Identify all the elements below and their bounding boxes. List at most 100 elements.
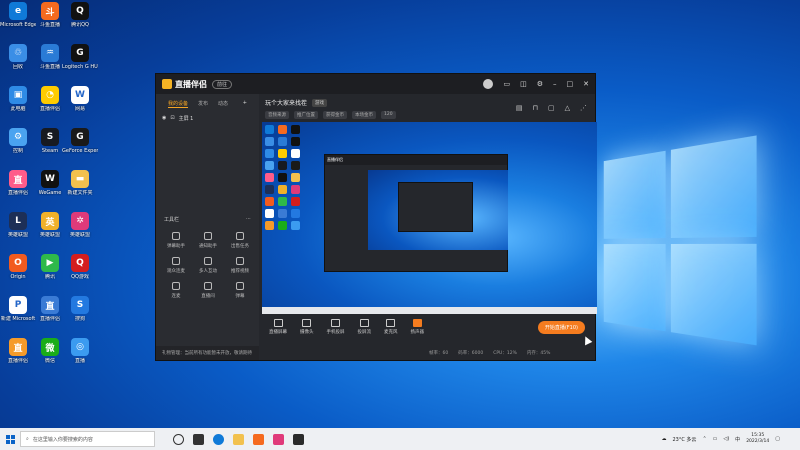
desktop-icon[interactable]: P 新建 Microsoft <box>0 296 36 322</box>
tool-label: 多人互动 <box>199 269 217 274</box>
desktop-icon[interactable]: ▬ 新建文件夹 <box>62 170 98 196</box>
control-button[interactable]: 扬声器 <box>411 319 424 335</box>
control-button[interactable]: 手机投屏 <box>327 319 345 335</box>
tool-item[interactable]: 推荐视频 <box>224 257 256 274</box>
folder-icon[interactable] <box>233 433 244 445</box>
room-pill[interactable]: 音频来源 <box>265 111 289 119</box>
desktop-icon[interactable]: Q 腾讯QQ <box>62 2 98 28</box>
copy-icon[interactable]: ▢ <box>548 104 555 112</box>
desktop-icon-label: 直播伴侣 <box>7 190 28 196</box>
network-icon[interactable]: ▭ <box>713 436 718 442</box>
room-title[interactable]: 玩个大家来找茬 <box>265 98 307 107</box>
control-button[interactable]: 摄像头 <box>300 319 314 335</box>
desktop-icon[interactable]: 直直播伴侣 <box>0 338 36 364</box>
tool-item[interactable]: 通知助手 <box>192 232 224 249</box>
desktop-icon-label: Logitech G HUB <box>62 64 98 70</box>
tab-feed[interactable]: 动态 <box>218 100 228 108</box>
tool-icon <box>204 282 212 290</box>
windows-icon <box>5 434 15 444</box>
minimize-icon[interactable]: – <box>553 80 557 88</box>
add-icon[interactable]: + <box>243 100 247 108</box>
lock-icon[interactable]: ⊡ <box>170 115 174 122</box>
preview-icon <box>278 173 287 182</box>
desktop-icon-label: 新建文件夹 <box>67 190 93 196</box>
desktop-icon[interactable]: ✲ 英雄联盟 <box>62 212 98 238</box>
clock[interactable]: 15:35 2022/3/14 <box>746 433 769 445</box>
avatar[interactable] <box>483 79 494 89</box>
tool-item[interactable]: 多人互动 <box>192 257 224 274</box>
tool-label: 弹幕 <box>235 294 245 299</box>
taskbar-apps <box>173 433 304 445</box>
ime-indicator[interactable]: 中 <box>735 436 740 443</box>
task-view-icon[interactable] <box>173 433 184 445</box>
app-icon: S <box>41 128 59 146</box>
search-box[interactable]: ⌕ 在这里输入你要搜索的内容 <box>20 431 155 447</box>
desktop-icon[interactable]: 直直播伴侣 <box>0 170 36 196</box>
volume-icon[interactable]: ◁) <box>723 436 729 442</box>
control-button[interactable]: 麦克风 <box>384 319 398 335</box>
tool-item[interactable]: 弹幕助手 <box>160 232 192 249</box>
desktop-icon[interactable]: S 搜狗 <box>62 296 98 322</box>
desktop-icon[interactable]: O Origin <box>0 254 36 280</box>
maximize-icon[interactable]: □ <box>567 80 574 88</box>
tool-item[interactable]: 直播间 <box>192 282 224 299</box>
edge-icon[interactable] <box>213 433 224 445</box>
settings-icon[interactable]: ⚙ <box>537 80 543 88</box>
tool-icon <box>172 282 180 290</box>
room-tag[interactable]: 游戏 <box>312 98 328 107</box>
gift-icon[interactable]: ▤ <box>516 104 523 112</box>
tab-publish[interactable]: 发布 <box>198 100 208 108</box>
scene-item[interactable]: ◉ ⊡ 主屏 1 <box>156 111 259 126</box>
start-live-button[interactable]: 开始直播(F10) <box>537 320 585 334</box>
message-icon[interactable]: ▭ <box>503 80 510 88</box>
live-app-icon[interactable] <box>253 433 264 445</box>
room-pill[interactable]: 本场金币 <box>352 111 376 119</box>
desktop-icon[interactable]: ◎ 直播 <box>62 338 98 364</box>
stream-preview[interactable]: 直播伴侣 <box>262 122 597 314</box>
desktop-icon[interactable]: G GeForce Experience <box>62 128 98 154</box>
desktop-icon[interactable]: ⚙ 控制 <box>0 128 36 154</box>
gallery-icon[interactable] <box>273 433 284 445</box>
tool-icon <box>204 232 212 240</box>
desktop-icon[interactable]: L 英雄联盟 <box>0 212 36 238</box>
weather-icon[interactable]: ☁ <box>661 436 666 442</box>
app-icon: ▶ <box>41 254 59 272</box>
tool-item[interactable]: 连麦 <box>160 282 192 299</box>
desktop-icon[interactable]: G Logitech G HUB <box>62 44 98 70</box>
tab-devices[interactable]: 我的设备 <box>168 100 189 108</box>
desktop-icon[interactable]: Q QQ游戏 <box>62 254 98 280</box>
desktop-icon[interactable]: ▣ 此电脑 <box>0 86 36 112</box>
badge-button[interactable]: 前往 <box>212 79 233 89</box>
start-button[interactable] <box>0 434 20 444</box>
share-icon[interactable]: ◫ <box>520 80 527 88</box>
control-button[interactable]: 投屏流 <box>358 319 371 335</box>
control-button[interactable]: 直播屏幕 <box>269 319 287 335</box>
control-label: 手机投屏 <box>326 330 345 335</box>
windows-logo <box>603 135 757 354</box>
sidebar: 我的设备 发布 动态 + ◉ ⊡ 主屏 1 工具栏 ⋯ 弹幕助手 通知助手 出售任务… <box>156 94 259 360</box>
bell-icon[interactable]: △ <box>565 104 570 112</box>
file-explorer-icon[interactable] <box>193 433 204 445</box>
tool-item[interactable]: 观众连麦 <box>160 257 192 274</box>
tool-item[interactable]: 出售任务 <box>224 232 256 249</box>
room-pill[interactable]: 获得金币 <box>323 111 347 119</box>
weather-text[interactable]: 23°C 多云 <box>672 436 696 443</box>
preview-icon <box>265 149 274 158</box>
room-pill[interactable]: 120 <box>381 111 396 119</box>
desktop-icon[interactable]: e Microsoft Edge <box>0 2 36 28</box>
room-pill[interactable]: 推广位置 <box>294 111 318 119</box>
share-icon[interactable]: ⋰ <box>580 104 587 112</box>
app-icon: 直 <box>9 338 27 356</box>
close-icon[interactable]: ✕ <box>583 80 589 88</box>
desktop-icon-label: GeForce Experience <box>62 148 98 154</box>
tool-item[interactable]: 弹幕 <box>224 282 256 299</box>
notification-icon[interactable]: ▢ <box>775 436 780 442</box>
more-icon[interactable]: ⋯ <box>246 216 251 223</box>
eye-icon[interactable]: ◉ <box>162 115 166 122</box>
desktop-icon[interactable]: W 网易 <box>62 86 98 112</box>
lock-icon[interactable]: ⊓ <box>533 104 538 112</box>
desktop-icon[interactable]: ♲ 回收 <box>0 44 36 70</box>
settings-app-icon[interactable] <box>293 433 304 445</box>
chevron-up-icon[interactable]: ⌃ <box>702 436 706 442</box>
desktop-icon-label: 腾讯QQ <box>71 22 89 28</box>
